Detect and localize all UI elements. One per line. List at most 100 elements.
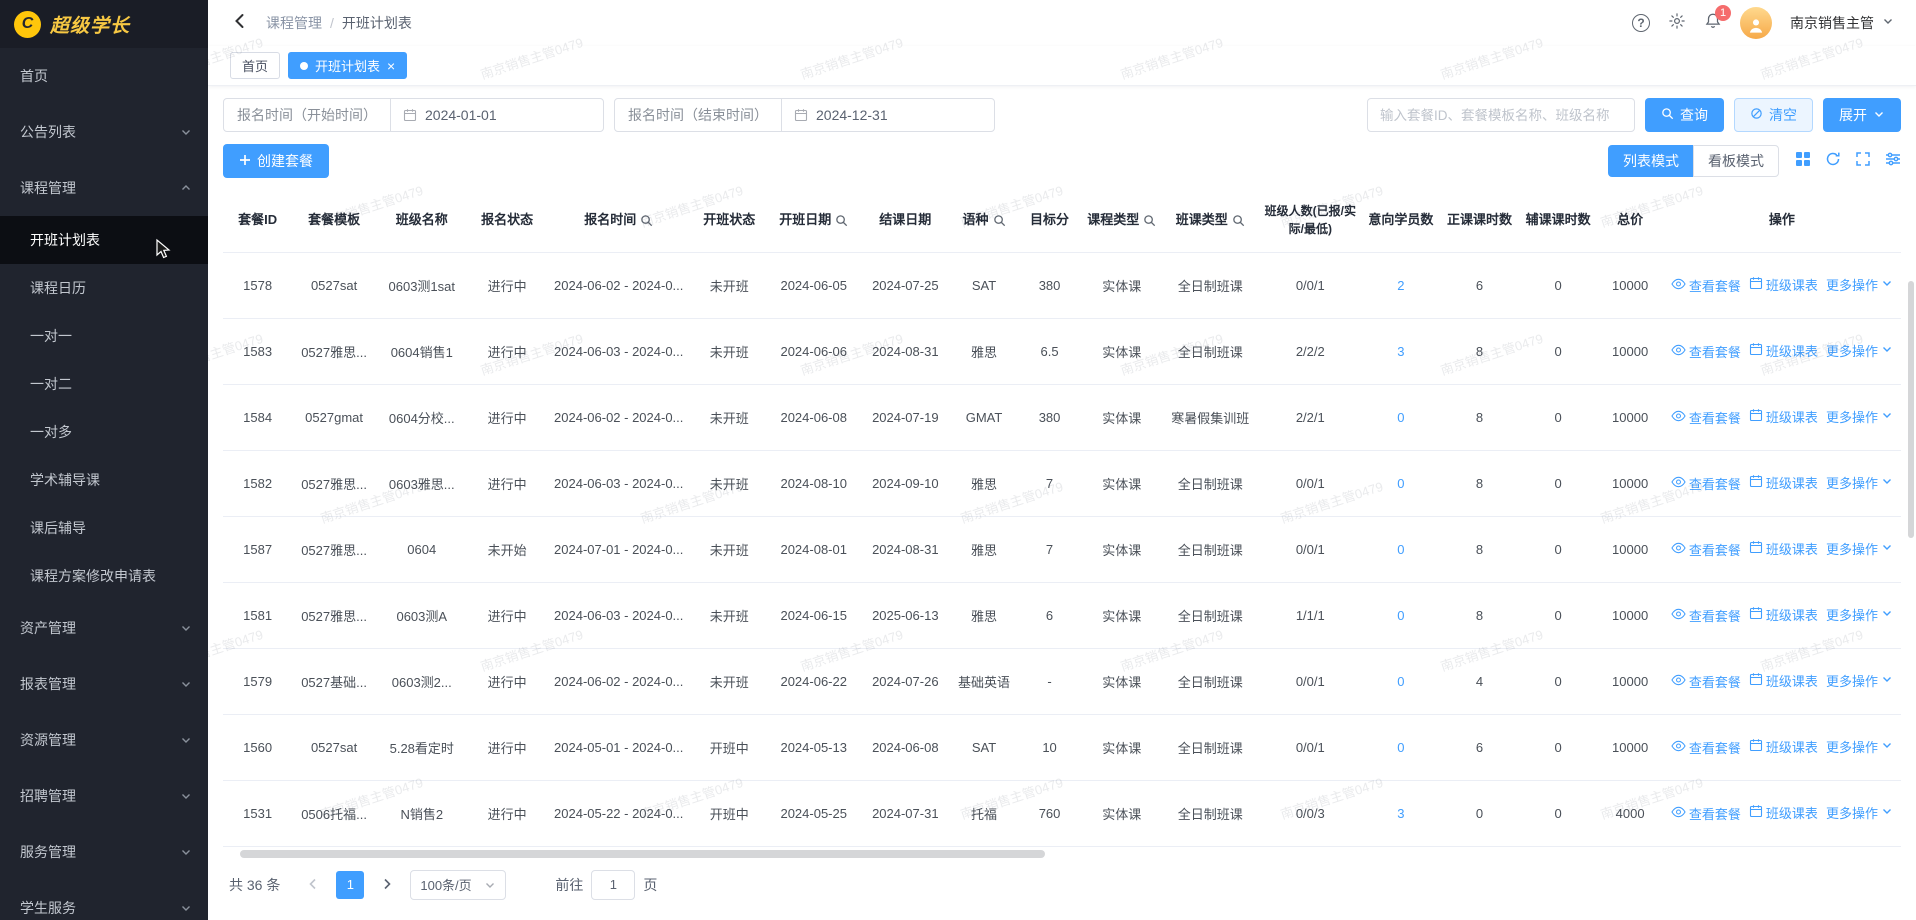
vertical-scrollbar[interactable] bbox=[1908, 281, 1914, 538]
column-search-icon[interactable] bbox=[640, 214, 653, 227]
view-package-link[interactable]: 查看套餐 bbox=[1671, 408, 1741, 427]
class-schedule-link[interactable]: 班级课表 bbox=[1749, 671, 1818, 690]
sidebar-item-label: 报表管理 bbox=[20, 674, 180, 694]
view-package-link[interactable]: 查看套餐 bbox=[1671, 342, 1741, 361]
user-menu[interactable]: 南京销售主管 bbox=[1790, 13, 1874, 33]
sidebar-item[interactable]: 招聘管理 bbox=[0, 768, 208, 824]
more-actions-link[interactable]: 更多操作 bbox=[1826, 737, 1893, 756]
sidebar-item[interactable]: 服务管理 bbox=[0, 824, 208, 880]
intent-students-link[interactable]: 0 bbox=[1397, 542, 1404, 557]
grid-view-icon[interactable] bbox=[1795, 151, 1811, 172]
view-package-link[interactable]: 查看套餐 bbox=[1671, 804, 1741, 823]
intent-students-link[interactable]: 3 bbox=[1397, 344, 1404, 359]
page-size-select[interactable]: 100条/页 bbox=[410, 870, 506, 900]
fullscreen-icon[interactable] bbox=[1855, 151, 1871, 172]
intent-students-link[interactable]: 0 bbox=[1397, 740, 1404, 755]
class-schedule-link[interactable]: 班级课表 bbox=[1749, 407, 1818, 426]
clear-button[interactable]: 清空 bbox=[1734, 98, 1813, 132]
sidebar-subitem[interactable]: 课后辅导 bbox=[0, 504, 208, 552]
list-mode-button[interactable]: 列表模式 bbox=[1608, 145, 1694, 177]
sidebar-item-label: 课程管理 bbox=[20, 178, 180, 198]
close-icon[interactable]: × bbox=[387, 59, 395, 73]
view-package-link[interactable]: 查看套餐 bbox=[1671, 672, 1741, 691]
board-mode-button[interactable]: 看板模式 bbox=[1693, 145, 1779, 177]
help-icon[interactable]: ? bbox=[1632, 14, 1650, 32]
column-search-icon[interactable] bbox=[1143, 214, 1156, 227]
notification-bell-icon[interactable]: 1 bbox=[1704, 12, 1722, 35]
create-package-button[interactable]: 创建套餐 bbox=[223, 144, 329, 178]
page-number-button[interactable]: 1 bbox=[336, 871, 364, 899]
back-button[interactable] bbox=[230, 11, 250, 36]
more-actions-link[interactable]: 更多操作 bbox=[1826, 803, 1893, 822]
start-date-input[interactable]: 2024-01-01 bbox=[390, 98, 604, 132]
class-schedule-link[interactable]: 班级课表 bbox=[1749, 737, 1818, 756]
view-package-link[interactable]: 查看套餐 bbox=[1671, 540, 1741, 559]
more-actions-link[interactable]: 更多操作 bbox=[1826, 275, 1893, 294]
table-cell: 2024-07-19 bbox=[860, 384, 952, 450]
sidebar-subitem[interactable]: 课程日历 bbox=[0, 264, 208, 312]
sidebar-subitem[interactable]: 学术辅导课 bbox=[0, 456, 208, 504]
column-search-icon[interactable] bbox=[1232, 214, 1245, 227]
class-schedule-link[interactable]: 班级课表 bbox=[1749, 341, 1818, 360]
horizontal-scrollbar[interactable] bbox=[240, 850, 1045, 858]
query-button[interactable]: 查询 bbox=[1645, 98, 1724, 132]
more-actions-link[interactable]: 更多操作 bbox=[1826, 605, 1893, 624]
tab-item[interactable]: 首页 bbox=[230, 52, 280, 79]
intent-students-link[interactable]: 3 bbox=[1397, 806, 1404, 821]
more-actions-link[interactable]: 更多操作 bbox=[1826, 671, 1893, 690]
sidebar-subitem[interactable]: 一对一 bbox=[0, 312, 208, 360]
goto-page-input[interactable] bbox=[591, 870, 635, 900]
intent-students-link[interactable]: 0 bbox=[1397, 608, 1404, 623]
class-schedule-link[interactable]: 班级课表 bbox=[1749, 473, 1818, 492]
view-package-link[interactable]: 查看套餐 bbox=[1671, 276, 1741, 295]
class-schedule-link[interactable]: 班级课表 bbox=[1749, 803, 1818, 822]
chevron-down-icon bbox=[1881, 673, 1893, 688]
settings-gear-icon[interactable] bbox=[1668, 12, 1686, 35]
class-schedule-link[interactable]: 班级课表 bbox=[1749, 605, 1818, 624]
column-header: 语种 bbox=[951, 190, 1017, 252]
more-actions-link[interactable]: 更多操作 bbox=[1826, 473, 1893, 492]
search-input[interactable] bbox=[1367, 98, 1635, 132]
more-actions-link[interactable]: 更多操作 bbox=[1826, 407, 1893, 426]
calendar-icon bbox=[794, 108, 808, 122]
intent-students-link[interactable]: 0 bbox=[1397, 476, 1404, 491]
sidebar-item[interactable]: 资产管理 bbox=[0, 600, 208, 656]
next-page-button[interactable] bbox=[373, 871, 401, 899]
view-package-link[interactable]: 查看套餐 bbox=[1671, 606, 1741, 625]
column-search-icon[interactable] bbox=[993, 214, 1006, 227]
table-cell: 未开班 bbox=[691, 318, 768, 384]
tab-item[interactable]: 开班计划表× bbox=[288, 52, 407, 79]
class-schedule-link[interactable]: 班级课表 bbox=[1749, 275, 1818, 294]
breadcrumb-item[interactable]: 课程管理 bbox=[266, 13, 322, 33]
more-actions-link[interactable]: 更多操作 bbox=[1826, 539, 1893, 558]
more-actions-link[interactable]: 更多操作 bbox=[1826, 341, 1893, 360]
column-filter-icon[interactable] bbox=[1885, 151, 1901, 172]
table-cell: 雅思 bbox=[951, 516, 1017, 582]
sidebar-subitem[interactable]: 一对多 bbox=[0, 408, 208, 456]
class-schedule-link[interactable]: 班级课表 bbox=[1749, 539, 1818, 558]
intent-students-link[interactable]: 0 bbox=[1397, 410, 1404, 425]
view-package-link[interactable]: 查看套餐 bbox=[1671, 738, 1741, 757]
sidebar-subitem[interactable]: 课程方案修改申请表 bbox=[0, 552, 208, 600]
view-package-link[interactable]: 查看套餐 bbox=[1671, 474, 1741, 493]
avatar[interactable] bbox=[1740, 7, 1772, 39]
sidebar-subitem-label: 一对一 bbox=[30, 326, 72, 346]
end-date-input[interactable]: 2024-12-31 bbox=[781, 98, 995, 132]
intent-students-link[interactable]: 0 bbox=[1397, 674, 1404, 689]
sidebar-item[interactable]: 首页 bbox=[0, 48, 208, 104]
table-tool-icons bbox=[1795, 151, 1901, 172]
sidebar-item[interactable]: 课程管理 bbox=[0, 160, 208, 216]
refresh-icon[interactable] bbox=[1825, 151, 1841, 172]
prev-page-button[interactable] bbox=[299, 871, 327, 899]
sidebar-item[interactable]: 报表管理 bbox=[0, 656, 208, 712]
intent-students-link[interactable]: 2 bbox=[1397, 278, 1404, 293]
sidebar-item[interactable]: 资源管理 bbox=[0, 712, 208, 768]
sidebar-subitem[interactable]: 一对二 bbox=[0, 360, 208, 408]
column-search-icon[interactable] bbox=[835, 214, 848, 227]
sidebar-item[interactable]: 学生服务 bbox=[0, 880, 208, 920]
sidebar-subitem[interactable]: 开班计划表 bbox=[0, 216, 208, 264]
column-header: 班课类型 bbox=[1161, 190, 1259, 252]
table-cell: 实体课 bbox=[1082, 714, 1161, 780]
sidebar-item[interactable]: 公告列表 bbox=[0, 104, 208, 160]
expand-button[interactable]: 展开 bbox=[1823, 98, 1901, 132]
